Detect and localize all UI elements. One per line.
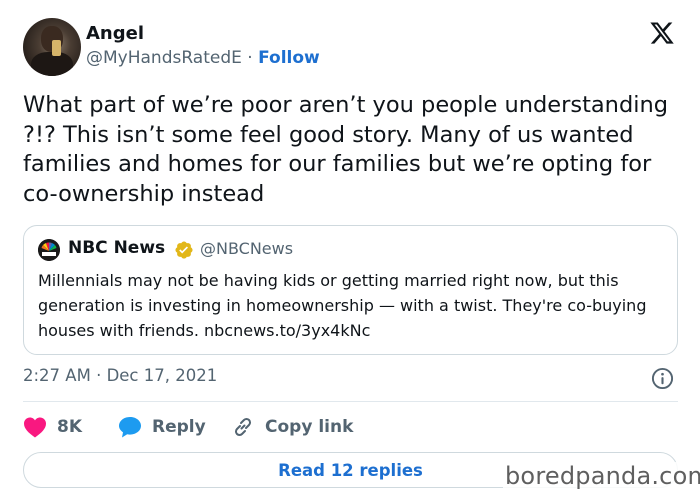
quoted-tweet-text: Millennials may not be having kids or ge… (38, 271, 647, 340)
quoted-author-handle[interactable]: @NBCNews (200, 239, 293, 258)
handle-separator: · (247, 48, 253, 68)
tweet-text: What part of we’re poor aren’t you peopl… (23, 92, 669, 207)
copy-link-button[interactable]: Copy link (231, 414, 353, 440)
reply-button[interactable]: Reply (118, 414, 206, 440)
nbc-news-logo (38, 239, 60, 261)
timestamp-separator: · (96, 366, 102, 385)
tweet-date: Dec 17, 2021 (106, 366, 218, 385)
info-icon[interactable] (651, 367, 674, 390)
avatar-phone (52, 40, 61, 56)
link-icon (234, 417, 252, 437)
heart-icon (24, 417, 46, 438)
like-count: 8K (57, 417, 83, 437)
x-logo-icon[interactable] (648, 20, 676, 46)
tweet-timestamp[interactable]: 2:27 AM · Dec 17, 2021 (23, 366, 217, 385)
boredpanda-watermark: boredpanda.com (503, 462, 700, 490)
peacock-icon (38, 239, 60, 261)
author-name[interactable]: Angel (86, 23, 144, 44)
like-button[interactable]: 8K (23, 414, 82, 440)
quoted-author-name[interactable]: NBC News (68, 238, 165, 258)
actions-divider (23, 401, 678, 402)
tweet-time: 2:27 AM (23, 366, 91, 385)
follow-button[interactable]: Follow (258, 48, 320, 68)
tweet-header: Angel @MyHandsRatedE · Follow (23, 18, 683, 76)
author-handle[interactable]: @MyHandsRatedE (86, 48, 242, 68)
quoted-tweet[interactable]: NBC News @NBCNews Millennials may not be… (23, 225, 678, 355)
reply-label: Reply (152, 417, 206, 437)
speech-bubble-icon (119, 417, 141, 438)
author-handle-line: @MyHandsRatedE · Follow (86, 48, 320, 68)
tweet-actions: 8K Reply Copy link (23, 414, 678, 440)
copy-link-label: Copy link (265, 417, 354, 437)
author-avatar[interactable] (23, 18, 81, 76)
verified-badge-icon (175, 241, 193, 259)
